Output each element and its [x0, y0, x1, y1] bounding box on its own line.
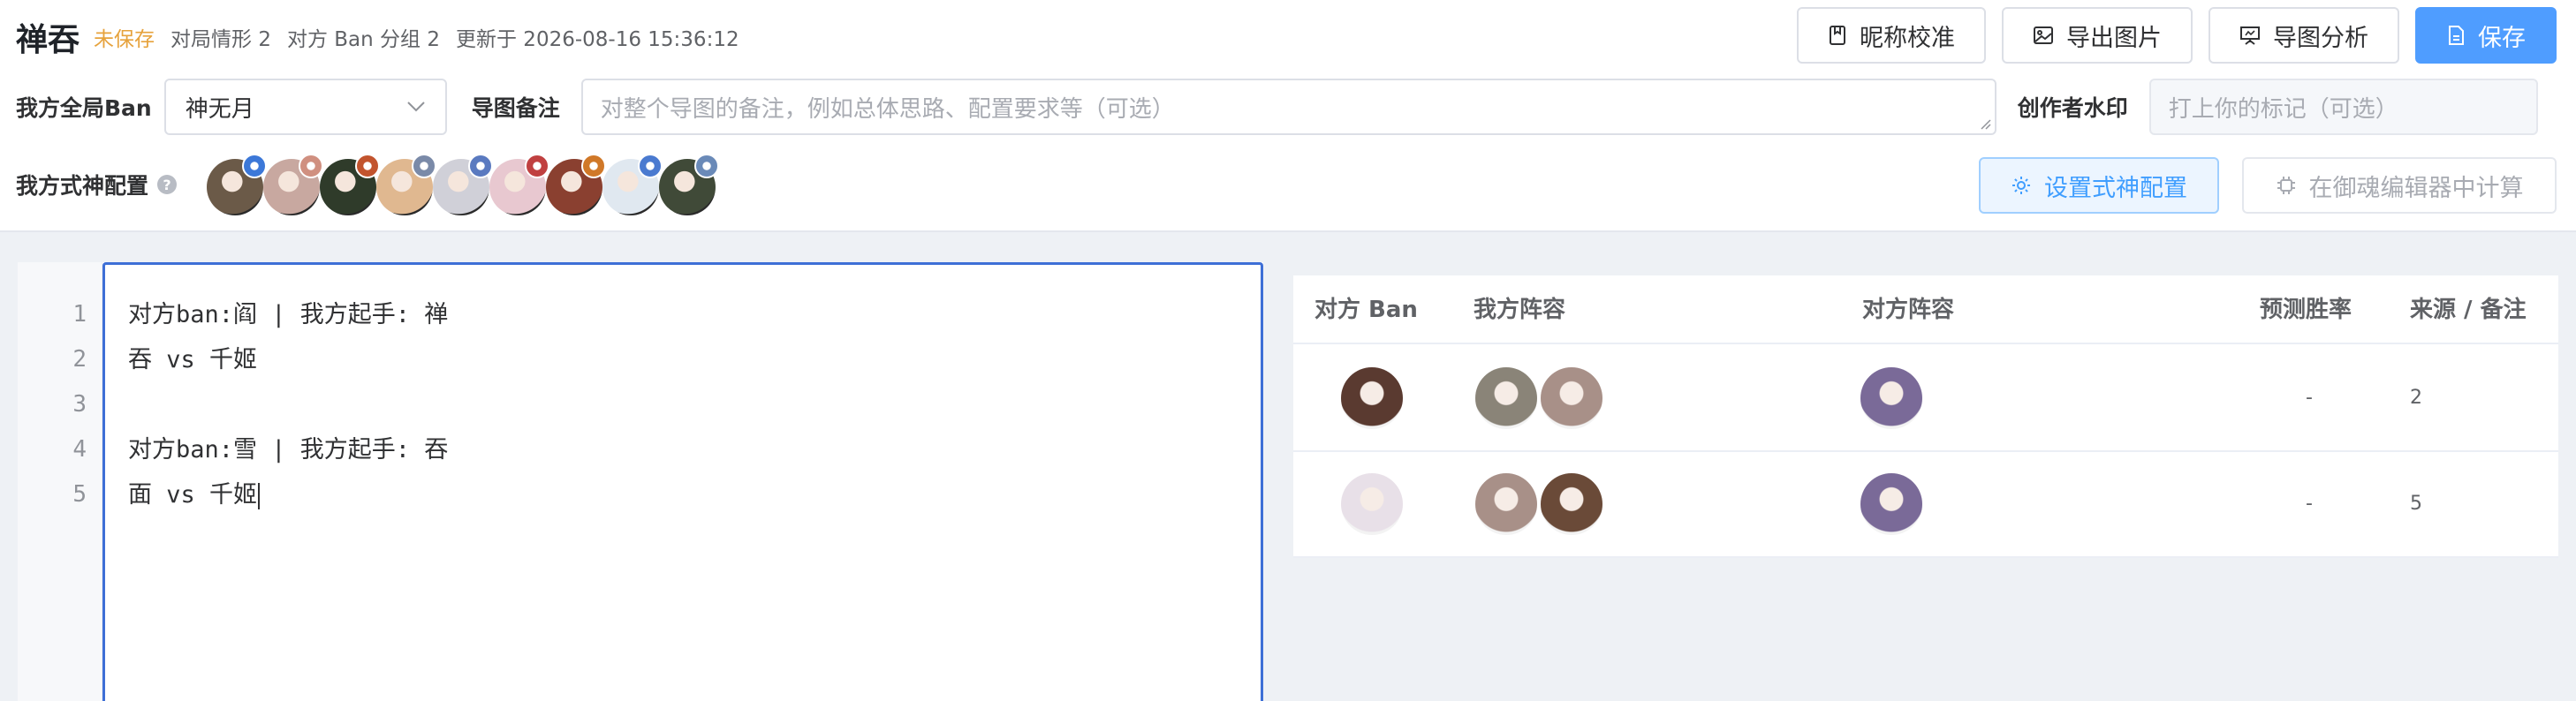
our-shikigami-avatar — [1475, 473, 1537, 535]
chip-icon — [2276, 175, 2297, 196]
source-value: 2 — [2410, 387, 2422, 409]
code-line-text: 对方ban:阎 | 我方起手: 禅 — [128, 301, 449, 328]
code-line-text: 对方ban:雪 | 我方起手: 吞 — [128, 436, 449, 464]
settings-row: 我方全局Ban 神无月 导图备注 对整个导图的备注，例如总体思路、配置要求等（可… — [16, 78, 2560, 136]
line-number: 3 — [72, 391, 87, 418]
note-placeholder: 对整个导图的备注，例如总体思路、配置要求等（可选） — [600, 95, 1175, 123]
header-ours: 我方阵容 — [1474, 297, 1566, 323]
line-number: 2 — [72, 346, 87, 373]
source-value: 5 — [2410, 493, 2422, 515]
line-number: 4 — [72, 436, 87, 463]
ban-shikigami-avatar — [1341, 473, 1403, 535]
save-button[interactable]: 保存 — [2415, 7, 2557, 64]
table-row[interactable]: -5 — [1293, 452, 2558, 558]
shikigami-avatar[interactable] — [320, 154, 382, 215]
shikigami-label: 我方式神配置 — [16, 173, 149, 199]
line-number: 1 — [72, 301, 87, 328]
win-rate-value: - — [2306, 493, 2313, 515]
calc-in-editor-label: 在御魂编辑器中计算 — [2308, 174, 2524, 202]
map-analysis-label: 导图分析 — [2273, 24, 2368, 52]
line-number: 5 — [72, 481, 87, 508]
shikigami-actions: 设置式神配置 在御魂编辑器中计算 — [1979, 157, 2557, 214]
code-line[interactable]: 吞 vs 千姬 — [128, 337, 448, 382]
ban-group-label: 对方 Ban 分组 2 — [286, 28, 440, 51]
export-image-button[interactable]: 导出图片 — [2002, 7, 2193, 64]
code-line[interactable]: 面 vs 千姬 — [128, 472, 448, 517]
their-shikigami-avatar — [1860, 473, 1922, 535]
global-ban-label: 我方全局Ban — [16, 95, 152, 121]
page-title: 禅吞 — [16, 22, 80, 58]
line-gutter: 1 2 3 4 5 — [18, 262, 102, 701]
image-icon — [2033, 25, 2054, 46]
header-panel: 禅吞 未保存 对局情形 2 对方 Ban 分组 2 更新于 2026-08-16… — [0, 0, 2576, 232]
note-label: 导图备注 — [471, 95, 560, 121]
table-header: 对方 Ban 我方阵容 对方阵容 预测胜率 来源 / 备注 — [1293, 275, 2558, 344]
unsaved-badge: 未保存 — [94, 28, 155, 51]
code-editor: 1 2 3 4 5 对方ban:阎 | 我方起手: 禅吞 vs 千姬对方ban:雪 | … — [18, 262, 1263, 701]
situation-label: 对局情形 2 — [170, 28, 271, 51]
soul-badge-icon — [694, 154, 720, 178]
shikigami-avatar[interactable] — [433, 154, 495, 215]
shikigami-avatar[interactable] — [207, 154, 269, 215]
chevron-down-icon — [406, 101, 426, 113]
header-ban: 对方 Ban — [1315, 297, 1418, 323]
shikigami-list[interactable] — [207, 154, 720, 215]
watermark-label: 创作者水印 — [2017, 95, 2128, 121]
code-input[interactable]: 对方ban:阎 | 我方起手: 禅吞 vs 千姬对方ban:雪 | 我方起手: … — [102, 262, 1263, 701]
header-source: 来源 / 备注 — [2410, 297, 2527, 323]
win-rate-value: - — [2306, 387, 2313, 409]
note-textarea[interactable]: 对整个导图的备注，例如总体思路、配置要求等（可选） — [580, 79, 1996, 135]
help-icon[interactable]: ? — [157, 175, 178, 194]
bookmark-icon — [1828, 25, 1847, 46]
their-shikigami-avatar — [1860, 367, 1922, 429]
updated-timestamp: 更新于 2026-08-16 15:36:12 — [456, 28, 739, 51]
shikigami-avatar[interactable] — [659, 154, 721, 215]
set-shikigami-label: 设置式神配置 — [2044, 174, 2187, 202]
gear-icon — [2011, 175, 2032, 196]
nickname-check-button[interactable]: 昵称校准 — [1797, 7, 1986, 64]
text-caret — [258, 482, 261, 509]
watermark-placeholder: 打上你的标记（可选） — [2168, 95, 2398, 123]
code-line[interactable]: 对方ban:阎 | 我方起手: 禅 — [128, 292, 448, 337]
shikigami-avatar[interactable] — [489, 154, 551, 215]
watermark-input[interactable]: 打上你的标记（可选） — [2148, 79, 2538, 135]
calc-in-editor-button[interactable]: 在御魂编辑器中计算 — [2242, 157, 2557, 214]
ban-shikigami-avatar — [1341, 367, 1403, 429]
code-line-text: 面 vs 千姬 — [128, 481, 258, 509]
code-line-text: 吞 vs 千姬 — [128, 346, 258, 373]
code-line[interactable] — [128, 382, 448, 427]
shikigami-avatar[interactable] — [602, 154, 664, 215]
shikigami-avatar[interactable] — [263, 154, 325, 215]
our-shikigami-avatar — [1541, 473, 1602, 535]
set-shikigami-button[interactable]: 设置式神配置 — [1979, 157, 2219, 214]
code-line[interactable]: 对方ban:雪 | 我方起手: 吞 — [128, 427, 448, 472]
shikigami-avatar[interactable] — [546, 154, 608, 215]
toolbar: 昵称校准 导出图片 导图分析 保存 — [1797, 7, 2557, 64]
results-table: 对方 Ban 我方阵容 对方阵容 预测胜率 来源 / 备注 -2-5 — [1293, 275, 2558, 558]
table-row[interactable]: -2 — [1293, 346, 2558, 452]
export-image-label: 导出图片 — [2066, 24, 2162, 52]
shikigami-avatar[interactable] — [376, 154, 438, 215]
our-shikigami-avatar — [1541, 367, 1602, 429]
resize-handle-icon[interactable] — [1979, 117, 1991, 130]
nickname-check-label: 昵称校准 — [1860, 24, 1955, 52]
save-label: 保存 — [2478, 24, 2526, 52]
line-numbers: 1 2 3 4 5 — [18, 292, 87, 517]
global-ban-select[interactable]: 神无月 — [163, 79, 447, 135]
title-row: 禅吞 未保存 对局情形 2 对方 Ban 分组 2 更新于 2026-08-16… — [16, 12, 739, 62]
our-shikigami-avatar — [1475, 367, 1537, 429]
code-lines[interactable]: 对方ban:阎 | 我方起手: 禅吞 vs 千姬对方ban:雪 | 我方起手: … — [128, 292, 448, 517]
presentation-icon — [2239, 25, 2261, 46]
document-icon — [2446, 25, 2466, 46]
global-ban-value: 神无月 — [185, 95, 254, 123]
header-win-rate: 预测胜率 — [2260, 297, 2352, 323]
header-theirs: 对方阵容 — [1862, 297, 1955, 323]
shikigami-row: 我方式神配置 ? — [16, 148, 720, 221]
map-analysis-button[interactable]: 导图分析 — [2209, 7, 2399, 64]
